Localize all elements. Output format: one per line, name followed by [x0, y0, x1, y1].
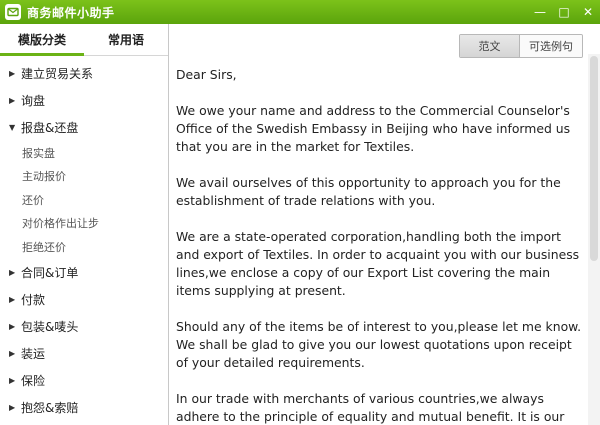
sidebar-tabs: 模版分类 常用语 [0, 24, 168, 56]
letter-paragraph: Should any of the items be of interest t… [176, 319, 582, 370]
tree-item-payment[interactable]: ▶ 付款 [0, 286, 168, 313]
caret-right-icon: ▶ [9, 267, 16, 277]
caret-right-icon: ▶ [9, 294, 16, 304]
tree-item-label: 包装&唛头 [21, 319, 79, 334]
category-tree: ▶ 建立贸易关系 ▶ 询盘 ▼ 报盘&还盘 报实盘 主动报价 还价 对价格作出让步 拒… [0, 56, 168, 421]
tree-item-trade-relations[interactable]: ▶ 建立贸易关系 [0, 60, 168, 87]
letter-text-area[interactable]: Dear Sirs, We owe your name and address … [176, 66, 584, 425]
letter-greeting: Dear Sirs, [176, 67, 237, 82]
tree-item-insurance[interactable]: ▶ 保险 [0, 367, 168, 394]
tab-label: 常用语 [107, 33, 144, 47]
minimize-button[interactable]: — [528, 0, 552, 24]
title-bar: 商务邮件小助手 — □ ✕ [0, 0, 600, 24]
tree-item-label: 建立贸易关系 [21, 67, 94, 81]
tree-child-label: 拒绝还价 [22, 240, 66, 254]
content-panel: 范文 可选例句 Dear Sirs, We owe your name and … [170, 24, 600, 425]
tree-item-shipment[interactable]: ▶ 装运 [0, 340, 168, 367]
tree-item-label: 报盘&还盘 [21, 121, 79, 135]
maximize-icon: □ [558, 5, 570, 19]
tab-template-categories[interactable]: 模版分类 [0, 24, 84, 56]
tree-item-complaint-claim[interactable]: ▶ 抱怨&索赔 [0, 394, 168, 421]
caret-right-icon: ▶ [9, 402, 16, 412]
window-controls: — □ ✕ [528, 0, 600, 24]
tree-item-label: 付款 [21, 292, 46, 307]
sample-letter-button[interactable]: 范文 [460, 35, 520, 57]
tree-item-label: 询盘 [21, 94, 46, 108]
tree-child-label: 报实盘 [22, 146, 55, 160]
scrollbar-thumb[interactable] [590, 56, 598, 261]
letter-paragraph: We owe your name and address to the Comm… [176, 103, 571, 154]
tree-item-label: 保险 [21, 373, 46, 388]
tree-child-label: 主动报价 [22, 170, 66, 184]
letter-paragraph: We avail ourselves of this opportunity t… [176, 175, 561, 208]
letter-paragraph: We are a state-operated corporation,hand… [176, 229, 580, 298]
tab-common-phrases[interactable]: 常用语 [84, 24, 168, 55]
caret-down-icon: ▼ [9, 123, 16, 132]
sidebar: 模版分类 常用语 ▶ 建立贸易关系 ▶ 询盘 ▼ 报盘&还盘 报实盘 主动报价 还价 … [0, 24, 169, 425]
tree-child-price-concession[interactable]: 对价格作出让步 [0, 212, 168, 236]
view-toggle: 范文 可选例句 [459, 34, 583, 58]
toggle-label: 范文 [478, 40, 501, 53]
toggle-label: 可选例句 [529, 40, 573, 53]
window-title: 商务邮件小助手 [27, 5, 115, 20]
tree-item-inquiry[interactable]: ▶ 询盘 [0, 87, 168, 114]
tree-child-active-quote[interactable]: 主动报价 [0, 165, 168, 189]
tree-child-firm-offer[interactable]: 报实盘 [0, 141, 168, 165]
tree-child-counter-price[interactable]: 还价 [0, 188, 168, 212]
close-button[interactable]: ✕ [576, 0, 600, 24]
tab-label: 模版分类 [17, 33, 66, 47]
letter-paragraph: In our trade with merchants of various c… [176, 391, 565, 424]
tree-child-reject-counter[interactable]: 拒绝还价 [0, 235, 168, 259]
tree-item-label: 抱怨&索赔 [21, 400, 79, 415]
tree-child-label: 对价格作出让步 [22, 217, 99, 231]
close-icon: ✕ [582, 5, 594, 19]
caret-right-icon: ▶ [9, 96, 16, 105]
maximize-button[interactable]: □ [552, 0, 576, 24]
tree-item-label: 装运 [21, 346, 46, 361]
vertical-scrollbar[interactable] [588, 54, 600, 425]
optional-sentences-button[interactable]: 可选例句 [520, 35, 582, 57]
tree-item-packing-marks[interactable]: ▶ 包装&唛头 [0, 313, 168, 340]
caret-right-icon: ▶ [9, 348, 16, 358]
caret-right-icon: ▶ [9, 69, 16, 78]
tree-item-contract-order[interactable]: ▶ 合同&订单 [0, 259, 168, 286]
caret-right-icon: ▶ [9, 321, 16, 331]
tree-item-offer-counteroffer[interactable]: ▼ 报盘&还盘 [0, 114, 168, 141]
app-logo-icon [5, 4, 21, 20]
tree-child-label: 还价 [22, 193, 44, 207]
caret-right-icon: ▶ [9, 375, 16, 385]
minimize-icon: — [534, 5, 546, 19]
tree-item-label: 合同&订单 [21, 265, 79, 280]
